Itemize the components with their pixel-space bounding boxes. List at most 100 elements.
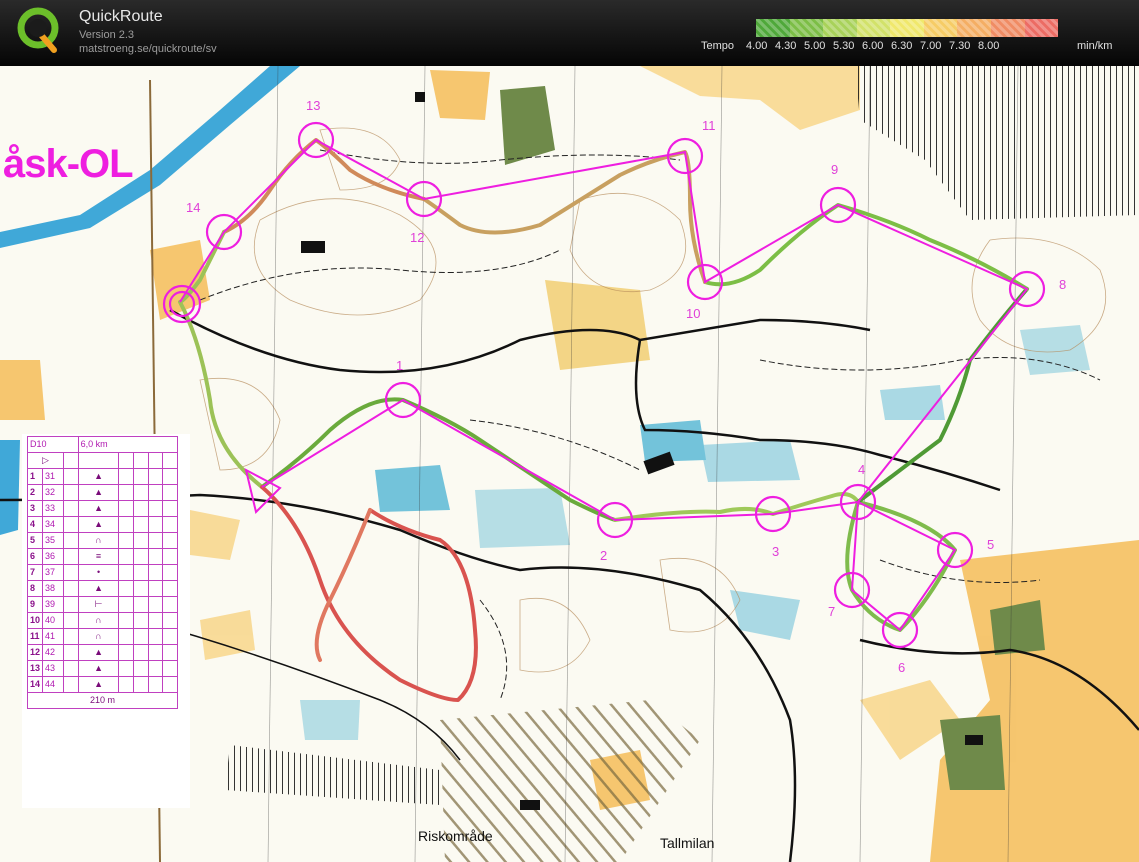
blank-cell	[63, 628, 79, 645]
blank-cell	[133, 500, 149, 517]
blank-cell	[63, 516, 79, 533]
app-url: matstroeng.se/quickroute/sv	[79, 43, 217, 55]
control-seq: 13	[26, 660, 44, 677]
quickroute-logo-icon	[17, 7, 59, 53]
feature-symbol: ∩	[77, 628, 120, 645]
control-number-2: 2	[600, 548, 608, 563]
blank-cell	[63, 532, 79, 549]
control-number-1: 1	[396, 358, 404, 373]
blank-cell	[147, 452, 164, 469]
blank-cell	[63, 644, 79, 661]
control-code: 38	[42, 580, 65, 597]
description-row: 8 38 ▲	[26, 580, 178, 597]
blank-cell	[63, 580, 79, 597]
blank-cell	[162, 628, 178, 645]
app-version: Version 2.3	[79, 29, 135, 41]
description-row: 11 41 ∩	[26, 628, 178, 645]
feature-symbol: ▲	[77, 468, 120, 485]
blank-cell	[133, 580, 149, 597]
description-row: D10 6,0 km	[27, 436, 179, 453]
feature-symbol: ≡	[77, 548, 120, 565]
blank-cell	[118, 676, 135, 693]
control-code: 34	[42, 516, 65, 533]
blank-cell	[118, 468, 135, 485]
control-code: 35	[42, 532, 65, 549]
tempo-segment	[823, 19, 857, 37]
description-row: 6 36 ≡	[26, 548, 178, 565]
control-seq: 9	[26, 596, 44, 613]
control-seq: 10	[26, 612, 44, 629]
control-number-8: 8	[1059, 277, 1067, 292]
feature-symbol: ▲	[77, 580, 120, 597]
blank-cell	[77, 452, 120, 469]
control-seq: 7	[26, 564, 44, 581]
tempo-segment	[990, 19, 1025, 37]
blank-cell	[147, 500, 164, 517]
blank-cell	[63, 500, 79, 517]
blank-cell	[118, 580, 135, 597]
blank-cell	[118, 644, 135, 661]
control-seq: 11	[26, 628, 44, 645]
feature-symbol: ▲	[77, 644, 120, 661]
blank-cell	[162, 596, 178, 613]
description-row: 7 37 •	[26, 564, 178, 581]
tempo-segment	[856, 19, 891, 37]
tempo-segment	[756, 19, 790, 37]
blank-cell	[118, 532, 135, 549]
blank-cell	[63, 660, 79, 677]
description-row: 10 40 ∩	[26, 612, 178, 629]
description-row: 2 32 ▲	[26, 484, 178, 501]
control-seq: 12	[26, 644, 44, 661]
blank-cell	[162, 676, 178, 693]
class-name: D10	[27, 436, 79, 453]
control-number-9: 9	[831, 162, 839, 177]
blank-cell	[118, 452, 135, 469]
blank-cell	[63, 564, 79, 581]
blank-cell	[118, 548, 135, 565]
tempo-tick-label: 5.00	[804, 40, 826, 52]
blank-cell	[118, 516, 135, 533]
blank-cell	[63, 468, 79, 485]
feature-symbol: •	[77, 564, 120, 581]
blank-cell	[118, 484, 135, 501]
blank-cell	[133, 676, 149, 693]
description-row: 5 35 ∩	[26, 532, 178, 549]
control-description-table: D10 6,0 km ▷ 1 31 ▲ 2 32 ▲ 3 33 ▲ 4 34 ▲ 5 35 ∩ 6 36 ≡ 7 37 • 8 3…	[26, 436, 179, 709]
blank-cell	[133, 548, 149, 565]
event-title: åsk-OL	[3, 142, 134, 186]
start-symbol: ▷	[26, 452, 65, 469]
blank-cell	[133, 628, 149, 645]
course-length: 6,0 km	[77, 436, 179, 453]
control-seq: 5	[26, 532, 44, 549]
blank-cell	[147, 596, 164, 613]
description-row: 12 42 ▲	[26, 644, 178, 661]
blank-cell	[147, 468, 164, 485]
blank-cell	[147, 612, 164, 629]
control-code: 39	[42, 596, 65, 613]
control-code: 41	[42, 628, 65, 645]
tempo-unit: min/km	[1077, 40, 1113, 52]
blank-cell	[118, 660, 135, 677]
blank-cell	[133, 532, 149, 549]
feature-symbol: ∩	[77, 612, 120, 629]
blank-cell	[118, 612, 135, 629]
tempo-tick-label: 6.00	[862, 40, 884, 52]
blank-cell	[147, 532, 164, 549]
blank-cell	[133, 612, 149, 629]
control-code: 31	[42, 468, 65, 485]
tempo-tick-label: 7.00	[920, 40, 942, 52]
description-row: 14 44 ▲	[26, 676, 178, 693]
blank-cell	[133, 516, 149, 533]
finish-distance: 210 m	[27, 692, 178, 709]
control-seq: 8	[26, 580, 44, 597]
description-row: ▷	[26, 452, 178, 469]
blank-cell	[162, 564, 178, 581]
blank-cell	[133, 468, 149, 485]
control-number-11: 11	[702, 118, 716, 133]
description-row: 4 34 ▲	[26, 516, 178, 533]
lake-left	[0, 440, 20, 535]
feature-symbol: ∩	[77, 532, 120, 549]
blank-cell	[118, 596, 135, 613]
blank-cell	[147, 516, 164, 533]
blank-cell	[147, 644, 164, 661]
